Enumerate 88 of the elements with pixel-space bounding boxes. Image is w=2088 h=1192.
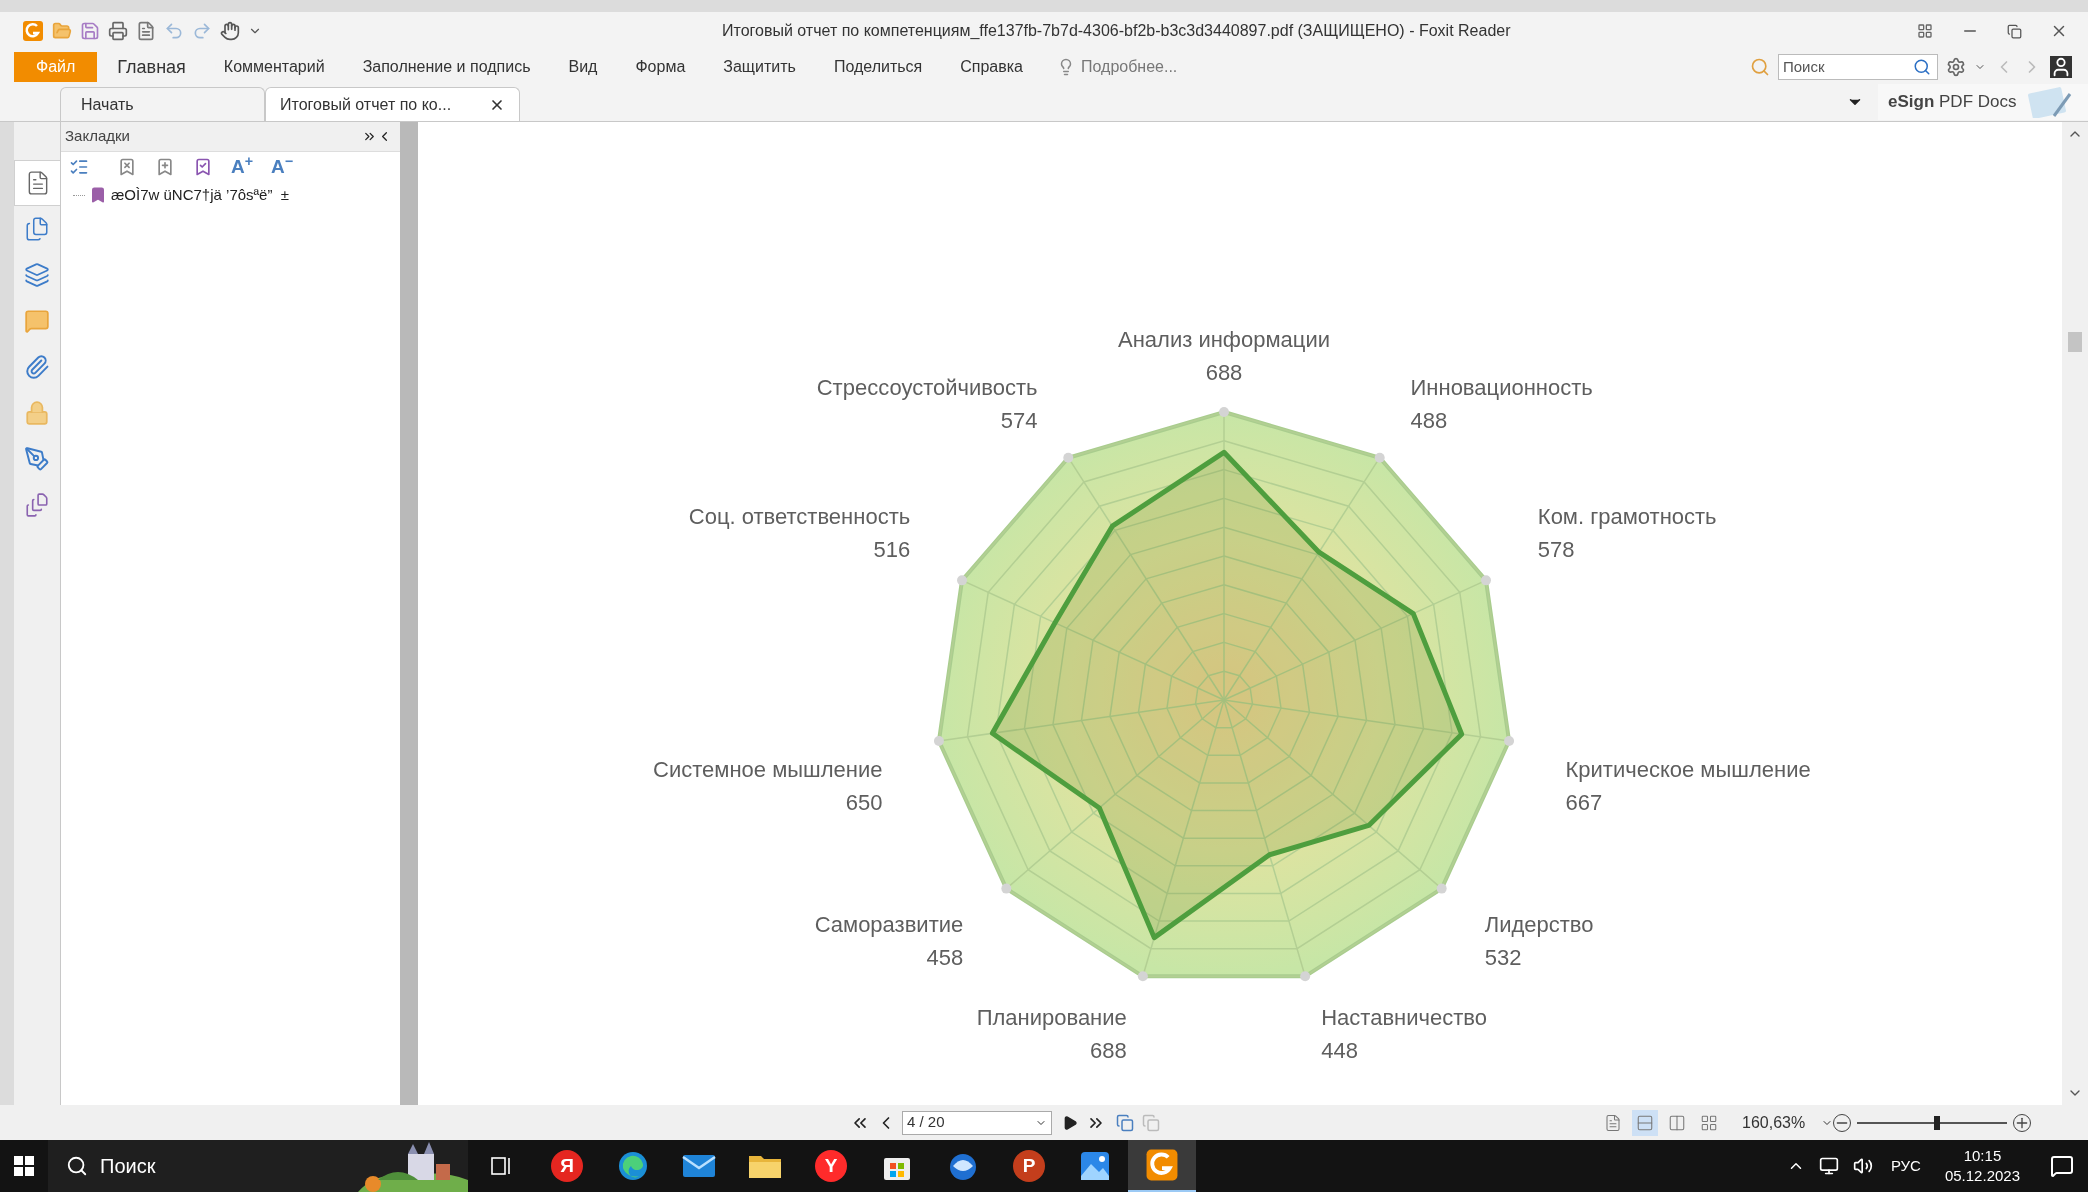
notifications-icon[interactable]: [2050, 1154, 2074, 1178]
axis-label: Ком. грамотность: [1537, 504, 1717, 530]
axis-label: Анализ информации: [1118, 327, 1330, 352]
checklist-icon[interactable]: [69, 157, 89, 177]
app-letter: Я: [551, 1150, 583, 1182]
page-field[interactable]: 4 / 20: [902, 1110, 1052, 1135]
document-tab[interactable]: Итоговый отчет по ко...: [265, 87, 520, 121]
axis-label: Саморазвитие: [814, 912, 964, 938]
ribbon-display-icon[interactable]: [1917, 23, 1933, 39]
axis-value: 688: [1205, 360, 1243, 385]
axis-value: 667: [1565, 790, 1603, 816]
axis-label: Наставничество: [1321, 1004, 1487, 1030]
menu-tab[interactable]: Форма: [621, 52, 700, 82]
view-mode-icon: [1604, 1113, 1622, 1132]
font-size-button[interactable]: A$^{+}$: [231, 152, 254, 182]
view-mode-icon: [1700, 1113, 1718, 1132]
panel-title: Закладки: [65, 126, 130, 147]
zoom-slider[interactable]: [1857, 1114, 2008, 1131]
menu-tab[interactable]: Заполнение и подпись: [348, 52, 545, 82]
user-icon[interactable]: [2050, 56, 2072, 78]
document-tab[interactable]: Начать: [60, 87, 265, 121]
axis-label: Системное мышление: [653, 757, 883, 783]
axis-value: 578: [1537, 537, 1575, 563]
axis-label: Соц. ответственность: [688, 504, 911, 530]
language-indicator[interactable]: РУС: [1890, 1154, 1921, 1178]
axis-label: Инновационность: [1410, 375, 1593, 401]
search-icon[interactable]: [1913, 58, 1931, 76]
taskbar-app[interactable]: [1128, 1140, 1196, 1192]
menu-tab[interactable]: Защитить: [709, 52, 810, 82]
windows-logo-icon: [14, 1156, 34, 1176]
esign-text: eSign PDF Docs: [1888, 91, 2017, 114]
bookmark-icon: [89, 186, 107, 204]
menu-tab[interactable]: Комментарий: [209, 52, 339, 82]
bookmark-item[interactable]: æOÌ7w üNC7†jä ’7ôsªë” ±: [111, 183, 290, 207]
page-icon[interactable]: [14, 160, 60, 206]
app-logo-icon: [22, 20, 44, 42]
zoom-value[interactable]: 160,63%: [1742, 1110, 1806, 1135]
menu-tab[interactable]: Главная: [103, 52, 200, 82]
font-size-button[interactable]: A$^{−}$: [271, 152, 294, 182]
menu-tab[interactable]: Поделиться: [819, 52, 937, 82]
axis-value: 532: [1484, 945, 1522, 971]
view-mode-button[interactable]: [1632, 1109, 1658, 1136]
clock-date[interactable]: 05.12.2023: [1944, 1166, 2020, 1186]
view-mode-icon: [1636, 1113, 1654, 1132]
document-icon[interactable]: [136, 21, 156, 41]
search-icon: [66, 1155, 88, 1177]
app-letter: P: [1013, 1150, 1045, 1182]
axis-label: Лидерство: [1484, 912, 1594, 938]
next-page-icon[interactable]: [1062, 1114, 1078, 1131]
delete-bookmark-icon[interactable]: [117, 157, 137, 177]
clock-time[interactable]: 10:15: [1963, 1146, 2002, 1166]
axis-value: 688: [1090, 1037, 1127, 1063]
network-icon[interactable]: [1818, 1156, 1839, 1176]
axis-value: 448: [1321, 1037, 1358, 1063]
axis-value: 458: [926, 945, 964, 971]
axis-value: 488: [1410, 408, 1448, 434]
print-icon[interactable]: [108, 21, 128, 41]
axis-label: Стрессоустойчивость: [816, 375, 1038, 401]
add-bookmark-icon[interactable]: [155, 157, 175, 177]
hand-icon[interactable]: [220, 21, 240, 41]
taskbar-search[interactable]: Поиск: [48, 1140, 468, 1192]
previous-view-icon[interactable]: [1116, 1113, 1134, 1132]
pdf-app-icon: [1145, 1148, 1179, 1182]
taskbar-search-input[interactable]: Поиск: [100, 1151, 300, 1181]
settings-icon[interactable]: [1946, 57, 1966, 77]
search-input[interactable]: Поиск: [1783, 55, 1913, 79]
axis-label: Планирование: [976, 1004, 1127, 1030]
restore-icon[interactable]: [2007, 23, 2022, 39]
axis-value: 516: [873, 537, 911, 563]
tell-me-hint[interactable]: Подробнее...: [1081, 55, 1178, 79]
taskbar-app[interactable]: P: [996, 1140, 1062, 1192]
zoom-slider-thumb[interactable]: [1933, 1115, 1940, 1130]
axis-label: Критическое мышление: [1565, 757, 1811, 783]
search-field[interactable]: Поиск: [1778, 54, 1938, 80]
taskbar-app[interactable]: Я: [534, 1140, 600, 1192]
axis-value: 574: [1000, 408, 1038, 434]
view-mode-icon: [1668, 1113, 1686, 1132]
volume-icon[interactable]: [1852, 1156, 1873, 1176]
app-letter: Y: [815, 1150, 847, 1182]
window-title: Итоговый отчет по компетенциям_ffe137fb-7b7d-4306-bf2b-b3c3d3440897.pdf (ЗАЩИЩЕНО) - Foxit Reader: [722, 21, 1511, 41]
axis-value: 650: [845, 790, 883, 816]
menu-tab[interactable]: Вид: [554, 52, 612, 82]
save-icon[interactable]: [80, 21, 100, 41]
menu-tab[interactable]: Справка: [946, 52, 1037, 82]
esign-banner[interactable]: eSign PDF Docs: [1878, 84, 2088, 120]
bookmark-icon[interactable]: [193, 157, 213, 177]
scrollbar-thumb[interactable]: [2068, 332, 2082, 352]
taskbar-app[interactable]: Y: [798, 1140, 864, 1192]
